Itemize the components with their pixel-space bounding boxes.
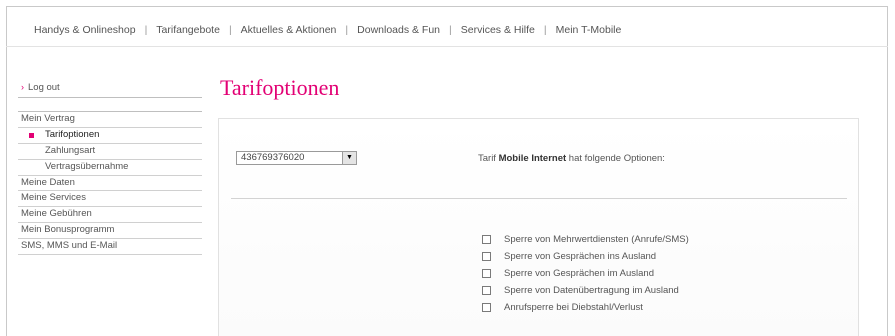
- active-bullet-icon: [29, 132, 34, 138]
- nav-separator: |: [449, 24, 452, 36]
- option-sperre-gespraeche-ins-ausland[interactable]: Sperre von Gesprächen ins Ausland: [482, 248, 689, 265]
- sidebar-item-meine-daten[interactable]: Meine Daten: [18, 176, 202, 192]
- option-label: Sperre von Datenübertragung im Ausland: [504, 285, 679, 296]
- sidebar-item-label: SMS, MMS und E-Mail: [21, 240, 118, 252]
- tarif-prefix: Tarif: [478, 153, 496, 164]
- sidebar-item-tarifoptionen[interactable]: Tarifoptionen: [18, 128, 202, 144]
- sidebar-item-label: Tarifoptionen: [45, 128, 100, 140]
- nav-mein-t-mobile[interactable]: Mein T-Mobile: [556, 24, 622, 36]
- dropdown-arrow-icon[interactable]: ▼: [342, 152, 356, 164]
- nav-separator: |: [228, 24, 232, 36]
- option-anrufsperre-diebstahl[interactable]: Anrufsperre bei Diebstahl/Verlust: [482, 299, 689, 316]
- nav-separator: |: [543, 24, 547, 36]
- tarif-description: Tarif Mobile Internet hat folgende Optio…: [478, 153, 665, 164]
- sidebar-item-meine-gebuehren[interactable]: Meine Gebühren: [18, 207, 202, 224]
- checkbox[interactable]: [482, 235, 491, 244]
- sidebar-item-label: Zahlungsart: [45, 144, 96, 156]
- sidebar: › Log out Mein Vertrag Tarifoptionen Zahl…: [18, 77, 202, 256]
- phone-number-select[interactable]: 436769376020 ▼: [236, 151, 357, 165]
- sidebar-item-label: Meine Gebühren: [21, 208, 92, 220]
- nav-services-hilfe[interactable]: Services & Hilfe: [461, 24, 535, 36]
- sidebar-item-zahlungsart[interactable]: Zahlungsart: [18, 144, 202, 160]
- tarif-suffix: hat folgende Optionen:: [568, 153, 665, 164]
- option-label: Sperre von Gesprächen ins Ausland: [504, 251, 657, 262]
- sidebar-item-mein-vertrag[interactable]: Mein Vertrag: [18, 111, 202, 128]
- sidebar-item-label: Mein Bonusprogramm: [21, 224, 115, 236]
- checkbox[interactable]: [482, 303, 491, 312]
- page-title: Tarifoptionen: [220, 75, 340, 100]
- sidebar-item-label: Vertragsübernahme: [45, 160, 129, 172]
- sidebar-item-label: Meine Services: [21, 192, 86, 204]
- option-sperre-gespraeche-im-ausland[interactable]: Sperre von Gesprächen im Ausland: [482, 265, 689, 282]
- option-label: Anrufsperre bei Diebstahl/Verlust: [504, 302, 643, 313]
- tarif-name: Mobile Internet: [498, 153, 567, 164]
- panel-divider: [231, 198, 847, 199]
- sidebar-item-meine-services[interactable]: Meine Services: [18, 191, 202, 208]
- sidebar-item-sms-mms-email[interactable]: SMS, MMS und E-Mail: [18, 239, 202, 256]
- nav-aktuelles-aktionen[interactable]: Aktuelles & Aktionen: [241, 24, 337, 36]
- sidebar-item-mein-bonusprogramm[interactable]: Mein Bonusprogramm: [18, 223, 202, 240]
- option-sperre-mehrwertdienste[interactable]: Sperre von Mehrwertdiensten (Anrufe/SMS): [482, 231, 689, 248]
- sidebar-item-vertragsuebernahme[interactable]: Vertragsübernahme: [18, 160, 202, 176]
- option-label: Sperre von Mehrwertdiensten (Anrufe/SMS): [504, 234, 689, 245]
- checkbox[interactable]: [482, 286, 491, 295]
- logout-label: Log out: [28, 82, 60, 93]
- option-sperre-datenuebertragung[interactable]: Sperre von Datenübertragung im Ausland: [482, 282, 689, 299]
- nav-tarifangebote[interactable]: Tarifangebote: [156, 24, 220, 36]
- nav-downloads-fun[interactable]: Downloads & Fun: [357, 24, 440, 36]
- phone-number-value: 436769376020: [241, 152, 305, 163]
- checkbox[interactable]: [482, 252, 491, 261]
- logout-link[interactable]: › Log out: [18, 77, 202, 98]
- nav-handys-onlineshop[interactable]: Handys & Onlineshop: [34, 24, 136, 36]
- options-list: Sperre von Mehrwertdiensten (Anrufe/SMS)…: [482, 231, 689, 316]
- option-label: Sperre von Gesprächen im Ausland: [504, 268, 654, 279]
- top-navigation: Handys & Onlineshop | Tarifangebote | Ak…: [34, 20, 871, 40]
- topnav-divider: [6, 46, 888, 47]
- checkbox[interactable]: [482, 269, 491, 278]
- chevron-right-icon: ›: [21, 82, 24, 92]
- sidebar-item-label: Meine Daten: [21, 176, 75, 188]
- nav-separator: |: [144, 24, 148, 36]
- nav-separator: |: [345, 24, 349, 36]
- sidebar-item-label: Mein Vertrag: [21, 113, 75, 124]
